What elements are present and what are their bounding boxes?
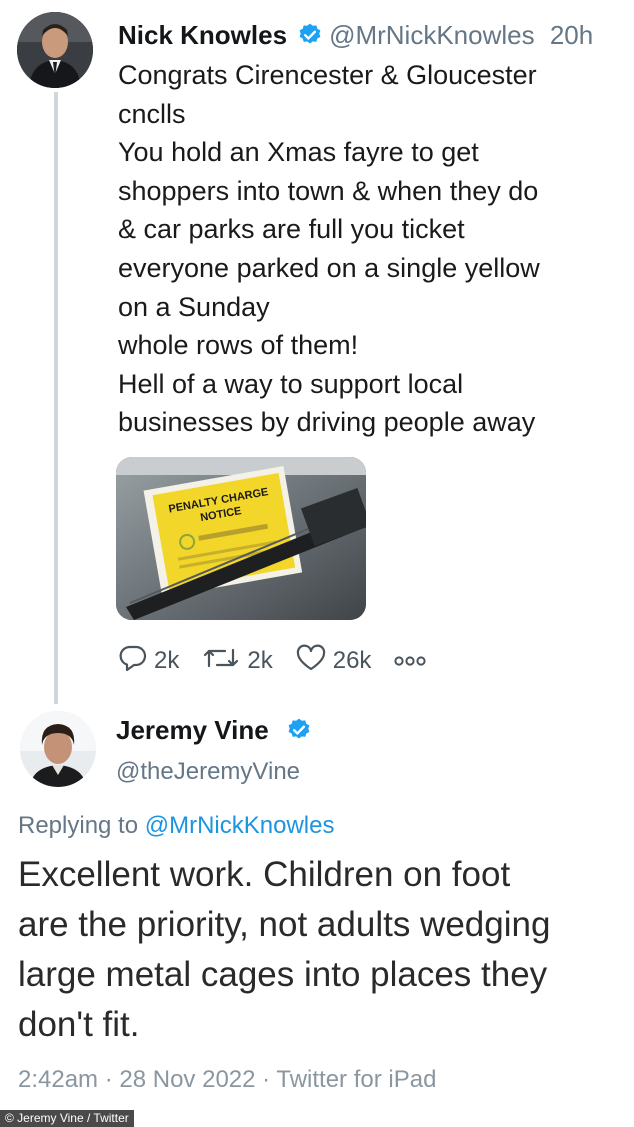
tweet2-line: are the priority, not adults wedging: [18, 905, 551, 944]
reply-count: 2k: [154, 647, 180, 674]
tweet2-author-name-row: Jeremy Vine: [116, 715, 318, 750]
like-count: 26k: [332, 647, 372, 674]
tweet1-line: on a Sunday: [118, 291, 270, 322]
separator: [539, 20, 546, 50]
tweet1-line: You hold an Xmas fayre to get: [118, 137, 479, 168]
verified-badge-icon: [286, 717, 312, 750]
tweet1-line: whole rows of them!: [118, 330, 359, 361]
tweet1-timestamp[interactable]: 20h: [550, 20, 593, 50]
tweet1-line: businesses by driving people away: [118, 407, 536, 438]
tweet1-action-bar: 2k 2k 26k: [118, 643, 455, 679]
replying-to-mention-link[interactable]: @MrNickKnowles: [145, 812, 335, 839]
reply-icon: [118, 644, 154, 679]
retweet-action[interactable]: 2k: [201, 644, 273, 679]
avatar-image: [20, 711, 96, 787]
more-options-button[interactable]: [393, 647, 433, 675]
tweet2-author-handle[interactable]: @theJeremyVine: [116, 758, 300, 786]
tweet2-line: Excellent work. Children on foot: [18, 855, 511, 894]
tweet1-photo[interactable]: PENALTY CHARGE NOTICE: [116, 457, 366, 620]
tweet2-author-name[interactable]: Jeremy Vine: [116, 715, 269, 745]
heart-icon: [295, 644, 333, 679]
tweet1-line: Hell of a way to support local: [118, 368, 464, 399]
replying-to-line: Replying to @MrNickKnowles: [18, 812, 334, 840]
tweet2-body: Excellent work. Children on foot are the…: [18, 850, 624, 1050]
tweet1-author-handle[interactable]: @MrNickKnowles: [329, 20, 535, 50]
like-action[interactable]: 26k: [295, 644, 372, 679]
verified-badge-icon: [297, 22, 323, 56]
penalty-notice-photo: PENALTY CHARGE NOTICE: [116, 457, 366, 620]
tweet1-line: everyone parked on a single yellow: [118, 252, 540, 283]
tweet2-line: don't fit.: [18, 1005, 140, 1044]
replying-to-label: Replying to: [18, 812, 139, 839]
tweet2-line: large metal cages into places they: [18, 955, 548, 994]
tweet1-line: & car parks are full you ticket: [118, 214, 465, 245]
image-credit: © Jeremy Vine / Twitter: [0, 1110, 134, 1127]
tweet1-line: shoppers into town & when they do: [118, 175, 539, 206]
tweet1-line: Congrats Cirencester & Gloucester: [118, 60, 537, 90]
avatar-image: [17, 12, 93, 88]
tweet1-header: Nick Knowles @MrNickKnowles 20h: [118, 18, 593, 56]
retweet-count: 2k: [247, 647, 273, 674]
tweet2-timestamp-source[interactable]: 2:42am · 28 Nov 2022 · Twitter for iPad: [18, 1066, 436, 1094]
thread-connector-line: [54, 92, 58, 704]
tweet1-line: cnclls: [118, 98, 186, 129]
more-icon: [393, 647, 433, 675]
retweet-icon: [201, 644, 247, 679]
tweet1-body: Congrats Cirencester & Gloucester cnclls…: [118, 56, 618, 442]
avatar-jeremy-vine[interactable]: [20, 711, 96, 787]
avatar-nick-knowles[interactable]: [17, 12, 93, 88]
tweet1-author-name[interactable]: Nick Knowles: [118, 20, 287, 50]
reply-action[interactable]: 2k: [118, 644, 179, 679]
